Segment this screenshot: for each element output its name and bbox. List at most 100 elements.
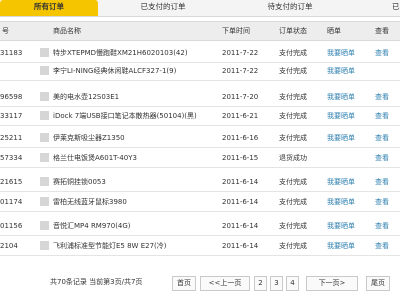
order-status: 支付完成 [279,67,307,75]
page-link-4[interactable]: 4 [286,276,299,291]
order-status: 支付完成 [279,198,307,206]
tab-all-orders[interactable]: 所有订单 [0,0,98,16]
table-row: 33117 iDock 7端USB接口笔记本散热器(50104)(黑) 2011-6… [0,107,400,126]
table-row: 李宁LI-NING经典休闲鞋ALCF327-1(9) 2011-7-22 支付完成 我… [0,62,400,81]
product-thumbnail[interactable] [40,111,49,120]
show-order-link[interactable]: 我要晒单 [327,62,367,80]
page-link-2[interactable]: 2 [254,276,267,291]
header-show-order: 晒单 [327,27,341,35]
order-id: 21615 [0,178,23,186]
show-order-link[interactable]: 我要晒单 [327,193,367,211]
view-order-link[interactable] [375,62,400,80]
product-name-link[interactable]: 音悦汇MP4 RM970(4G) [53,217,213,235]
view-order-link[interactable]: 查看 [375,44,400,62]
table-row: 96598 美的电水壶12S03E1 2011-7-20 支付完成 我要晒单 查看 [0,88,400,107]
product-thumbnail[interactable] [40,92,49,101]
next-page-button[interactable]: 下一页> [306,276,358,291]
header-order-status: 订单状态 [279,27,307,35]
pagination: 共70条记录 当前第3页/共7页 首页 <<上一页 2 3 4 下一页> 尾页 [0,274,400,300]
product-thumbnail[interactable] [40,133,49,142]
view-order-link[interactable]: 查看 [375,149,400,167]
header-product-name: 商品名称 [53,27,81,35]
order-tabs: 所有订单 已支付的订单 待支付的订单 已 [0,0,400,17]
order-status: 支付完成 [279,222,307,230]
order-status: 支付完成 [279,178,307,186]
product-thumbnail[interactable] [40,197,49,206]
order-date: 2011-7-20 [222,93,259,101]
order-date: 2011-6-14 [222,178,259,186]
order-status: 支付完成 [279,93,307,101]
header-order-id: 号 [2,27,9,35]
order-id: 33117 [0,112,23,120]
product-name-link[interactable]: 李宁LI-NING经典休闲鞋ALCF327-1(9) [53,62,213,80]
product-name-link[interactable]: 赛拓铜挂锁0053 [53,173,213,191]
show-order-link[interactable]: 我要晒单 [327,129,367,147]
table-header: 号 商品名称 下单时间 订单状态 晒单 查看 [0,21,400,41]
order-date: 2011-7-22 [222,67,259,75]
pagination-summary: 共70条记录 当前第3页/共7页 [50,278,143,286]
product-name-link[interactable]: 雷柏无线蓝牙鼠标3980 [53,193,213,211]
show-order-link[interactable]: 我要晒单 [327,217,367,235]
table-row: 21615 赛拓铜挂锁0053 2011-6-14 支付完成 我要晒单 查看 [0,173,400,192]
order-date: 2011-6-14 [222,198,259,206]
first-page-button[interactable]: 首页 [172,276,196,291]
last-page-button[interactable]: 尾页 [366,276,390,291]
prev-page-button[interactable]: <<上一页 [200,276,250,291]
view-order-link[interactable]: 查看 [375,129,400,147]
view-order-link[interactable]: 查看 [375,217,400,235]
header-view: 查看 [375,27,389,35]
tab-more[interactable]: 已 [392,0,400,16]
product-thumbnail[interactable] [40,153,49,162]
tab-paid-orders[interactable]: 已支付的订单 [138,0,188,16]
show-order-link[interactable]: 我要晒单 [327,44,367,62]
table-row: 57334 格兰仕电饭煲A601T-40Y3 2011-6-15 退货成功 查看 [0,149,400,168]
table-row: 01174 雷柏无线蓝牙鼠标3980 2011-6-14 支付完成 我要晒单 查看 [0,193,400,212]
show-order-link[interactable]: 我要晒单 [327,173,367,191]
product-thumbnail[interactable] [40,66,49,75]
table-row: 31183 特步XTEPMD慢跑鞋XM21H6020103(42) 2011-7-2… [0,44,400,63]
order-status: 支付完成 [279,134,307,142]
product-name-link[interactable]: iDock 7端USB接口笔记本散热器(50104)(黑) [53,107,213,125]
product-thumbnail[interactable] [40,241,49,250]
order-status: 支付完成 [279,112,307,120]
order-id: 01174 [0,198,23,206]
order-id: 57334 [0,154,23,162]
order-date: 2011-6-15 [222,154,259,162]
show-order-link[interactable] [327,149,367,167]
order-id: 25211 [0,134,23,142]
show-order-link[interactable]: 我要晒单 [327,237,367,255]
order-id: 01156 [0,222,23,230]
order-status: 支付完成 [279,242,307,250]
order-status: 退货成功 [279,154,307,162]
order-date: 2011-6-16 [222,134,259,142]
order-date: 2011-7-22 [222,49,259,57]
view-order-link[interactable]: 查看 [375,88,400,106]
order-status: 支付完成 [279,49,307,57]
show-order-link[interactable]: 我要晒单 [327,107,367,125]
product-thumbnail[interactable] [40,177,49,186]
table-row: 01156 音悦汇MP4 RM970(4G) 2011-6-14 支付完成 我要晒单 查看 [0,217,400,236]
order-id [0,62,30,80]
tab-unpaid-orders[interactable]: 待支付的订单 [260,0,320,16]
view-order-link[interactable]: 查看 [375,107,400,125]
product-name-link[interactable]: 格兰仕电饭煲A601T-40Y3 [53,149,213,167]
order-id: 2104 [0,242,18,250]
order-id: 96598 [0,93,23,101]
order-date: 2011-6-14 [222,222,259,230]
order-date: 2011-6-21 [222,112,259,120]
product-name-link[interactable]: 飞利浦标准型节能灯E5 8W E27(冷) [53,237,213,255]
page-link-3[interactable]: 3 [270,276,283,291]
view-order-link[interactable]: 查看 [375,173,400,191]
show-order-link[interactable]: 我要晒单 [327,88,367,106]
product-name-link[interactable]: 伊莱克斯吸尘器Z1350 [53,129,213,147]
table-row: 2104 飞利浦标准型节能灯E5 8W E27(冷) 2011-6-14 支付完成 我要… [0,237,400,256]
order-date: 2011-6-14 [222,242,259,250]
order-id: 31183 [0,49,23,57]
product-name-link[interactable]: 特步XTEPMD慢跑鞋XM21H6020103(42) [53,44,213,62]
view-order-link[interactable]: 查看 [375,237,400,255]
header-order-time: 下单时间 [222,27,250,35]
product-thumbnail[interactable] [40,221,49,230]
product-name-link[interactable]: 美的电水壶12S03E1 [53,88,213,106]
product-thumbnail[interactable] [40,48,49,57]
view-order-link[interactable]: 查看 [375,193,400,211]
